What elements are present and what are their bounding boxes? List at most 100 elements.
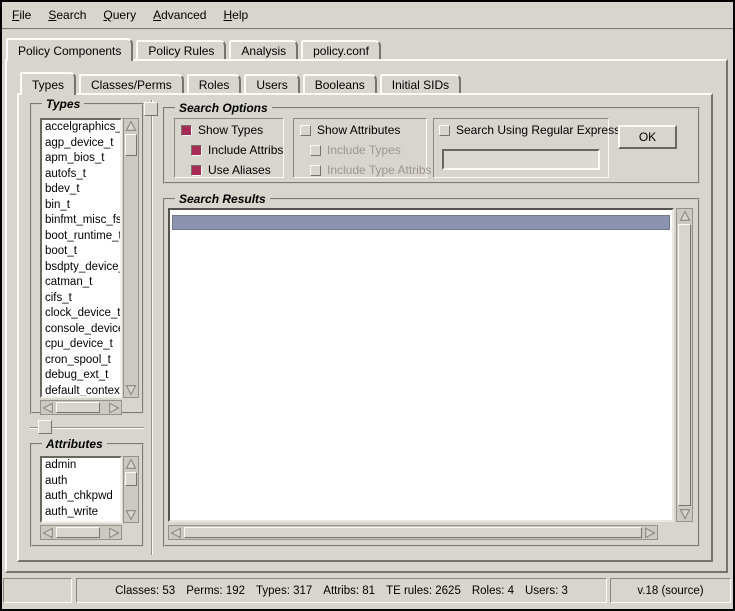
components-notebook-tabs: Types Classes/Perms Roles Users Booleans… xyxy=(20,72,464,93)
attribute-list-item[interactable]: auth_chkpwd xyxy=(42,489,120,505)
apol-window: File Search Query Advanced Help Policy C… xyxy=(0,0,735,611)
types-attributes-sash-handle[interactable] xyxy=(38,420,52,434)
type-list-item[interactable]: boot_runtime_t xyxy=(42,229,120,245)
attribute-list-item[interactable]: admin xyxy=(42,458,120,474)
checkbox-indicator xyxy=(310,165,321,176)
tab-policy-rules[interactable]: Policy Rules xyxy=(136,40,226,59)
stat-roles: Roles: 4 xyxy=(472,585,514,597)
checkbox-indicator xyxy=(191,165,202,176)
types-horizontal-scrollbar xyxy=(40,400,122,415)
scroll-down-button[interactable] xyxy=(677,507,692,521)
menu-search[interactable]: Search xyxy=(48,8,86,22)
ok-button[interactable]: OK xyxy=(618,125,677,149)
type-list-item[interactable]: bdev_t xyxy=(42,182,120,198)
panel-sash[interactable] xyxy=(151,100,153,555)
scrollbar-trough[interactable] xyxy=(55,401,107,414)
regex-group: Search Using Regular Expression xyxy=(433,118,609,178)
attribute-list-item[interactable]: auth_write xyxy=(42,505,120,521)
tab-types[interactable]: Types xyxy=(20,72,76,95)
scrollbar-thumb[interactable] xyxy=(125,134,137,156)
menu-file[interactable]: File xyxy=(12,8,31,22)
tab-policy-components[interactable]: Policy Components xyxy=(6,38,133,61)
checkbox-indicator xyxy=(300,125,311,136)
tab-classes-perms[interactable]: Classes/Perms xyxy=(79,74,184,93)
attribute-list-item[interactable]: auth xyxy=(42,474,120,490)
regex-checkbox[interactable]: Search Using Regular Expression xyxy=(439,123,636,137)
tab-policy-conf[interactable]: policy.conf xyxy=(301,40,381,59)
search-options-frame: Search Options Show Types Include Attrib… xyxy=(163,107,700,184)
scroll-left-button[interactable] xyxy=(169,526,183,539)
checkbox-label: Search Using Regular Expression xyxy=(456,123,636,137)
scrollbar-trough[interactable] xyxy=(55,526,107,539)
type-list-item[interactable]: boot_t xyxy=(42,244,120,260)
scroll-right-button[interactable] xyxy=(107,401,121,414)
type-list-item[interactable]: console_device xyxy=(42,322,120,338)
scrollbar-thumb[interactable] xyxy=(184,527,642,538)
type-list-item[interactable]: cron_spool_t xyxy=(42,353,120,369)
show-types-checkbox[interactable]: Show Types xyxy=(181,123,263,137)
scrollbar-thumb[interactable] xyxy=(125,472,137,486)
types-frame: Types accelgraphics_eagp_device_tapm_bio… xyxy=(30,103,144,414)
checkbox-label: Include Attribs xyxy=(208,143,283,157)
types-list: accelgraphics_eagp_device_tapm_bios_taut… xyxy=(42,120,120,398)
type-list-item[interactable]: agp_device_t xyxy=(42,136,120,152)
type-list-item[interactable]: accelgraphics_e xyxy=(42,120,120,136)
scroll-left-button[interactable] xyxy=(41,526,55,539)
type-list-item[interactable]: bin_t xyxy=(42,198,120,214)
types-frame-label: Types xyxy=(42,97,84,111)
attributes-vertical-scrollbar xyxy=(123,456,139,523)
type-list-item[interactable]: clock_device_t xyxy=(42,306,120,322)
scroll-right-button[interactable] xyxy=(643,526,657,539)
status-left-panel xyxy=(3,578,72,603)
include-types-checkbox: Include Types xyxy=(310,143,401,157)
tab-initial-sids[interactable]: Initial SIDs xyxy=(380,74,461,93)
scrollbar-thumb[interactable] xyxy=(56,402,100,413)
scrollbar-trough[interactable] xyxy=(677,223,692,507)
type-list-item[interactable]: binfmt_misc_fs xyxy=(42,213,120,229)
scroll-right-button[interactable] xyxy=(107,526,121,539)
type-list-item[interactable]: cpu_device_t xyxy=(42,337,120,353)
checkbox-indicator xyxy=(439,125,450,136)
type-list-item[interactable]: bsdpty_device_ xyxy=(42,260,120,276)
menu-help[interactable]: Help xyxy=(223,8,248,22)
search-results-text[interactable] xyxy=(168,208,674,522)
scroll-up-button[interactable] xyxy=(677,209,692,223)
scroll-left-button[interactable] xyxy=(41,401,55,414)
menu-advanced[interactable]: Advanced xyxy=(153,8,206,22)
type-list-item[interactable]: catman_t xyxy=(42,275,120,291)
type-list-item[interactable]: apm_bios_t xyxy=(42,151,120,167)
results-vertical-scrollbar xyxy=(676,208,693,522)
scrollbar-thumb[interactable] xyxy=(56,527,100,538)
attribute-list-item[interactable]: change_context xyxy=(42,520,120,523)
scroll-down-button[interactable] xyxy=(124,508,138,522)
attributes-horizontal-scrollbar xyxy=(40,525,122,540)
checkbox-label: Show Types xyxy=(198,123,263,137)
scroll-up-button[interactable] xyxy=(124,119,138,133)
stat-perms: Perms: 192 xyxy=(186,585,245,597)
attributes-listbox[interactable]: adminauthauth_chkpwdauth_writechange_con… xyxy=(40,456,122,523)
show-types-group: Show Types Include Attribs Use Aliases xyxy=(174,118,284,178)
show-attributes-checkbox[interactable]: Show Attributes xyxy=(300,123,400,137)
type-list-item[interactable]: autofs_t xyxy=(42,167,120,183)
attributes-frame-label: Attributes xyxy=(42,437,107,451)
scrollbar-trough[interactable] xyxy=(124,133,138,383)
tab-analysis[interactable]: Analysis xyxy=(229,40,298,59)
include-attribs-checkbox[interactable]: Include Attribs xyxy=(191,143,283,157)
type-list-item[interactable]: cifs_t xyxy=(42,291,120,307)
menu-query[interactable]: Query xyxy=(103,8,136,22)
panel-sash-handle[interactable] xyxy=(144,102,158,116)
types-listbox[interactable]: accelgraphics_eagp_device_tapm_bios_taut… xyxy=(40,118,122,398)
type-list-item[interactable]: default_context xyxy=(42,384,120,399)
types-vertical-scrollbar xyxy=(123,118,139,398)
tab-users[interactable]: Users xyxy=(244,74,299,93)
use-aliases-checkbox[interactable]: Use Aliases xyxy=(191,163,271,177)
scroll-up-button[interactable] xyxy=(124,457,138,471)
type-list-item[interactable]: debug_ext_t xyxy=(42,368,120,384)
scrollbar-trough[interactable] xyxy=(183,526,643,539)
scrollbar-thumb[interactable] xyxy=(678,224,691,506)
scroll-down-button[interactable] xyxy=(124,383,138,397)
tab-roles[interactable]: Roles xyxy=(187,74,242,93)
tab-booleans[interactable]: Booleans xyxy=(303,74,377,93)
regex-input[interactable] xyxy=(442,149,600,170)
scrollbar-trough[interactable] xyxy=(124,471,138,508)
